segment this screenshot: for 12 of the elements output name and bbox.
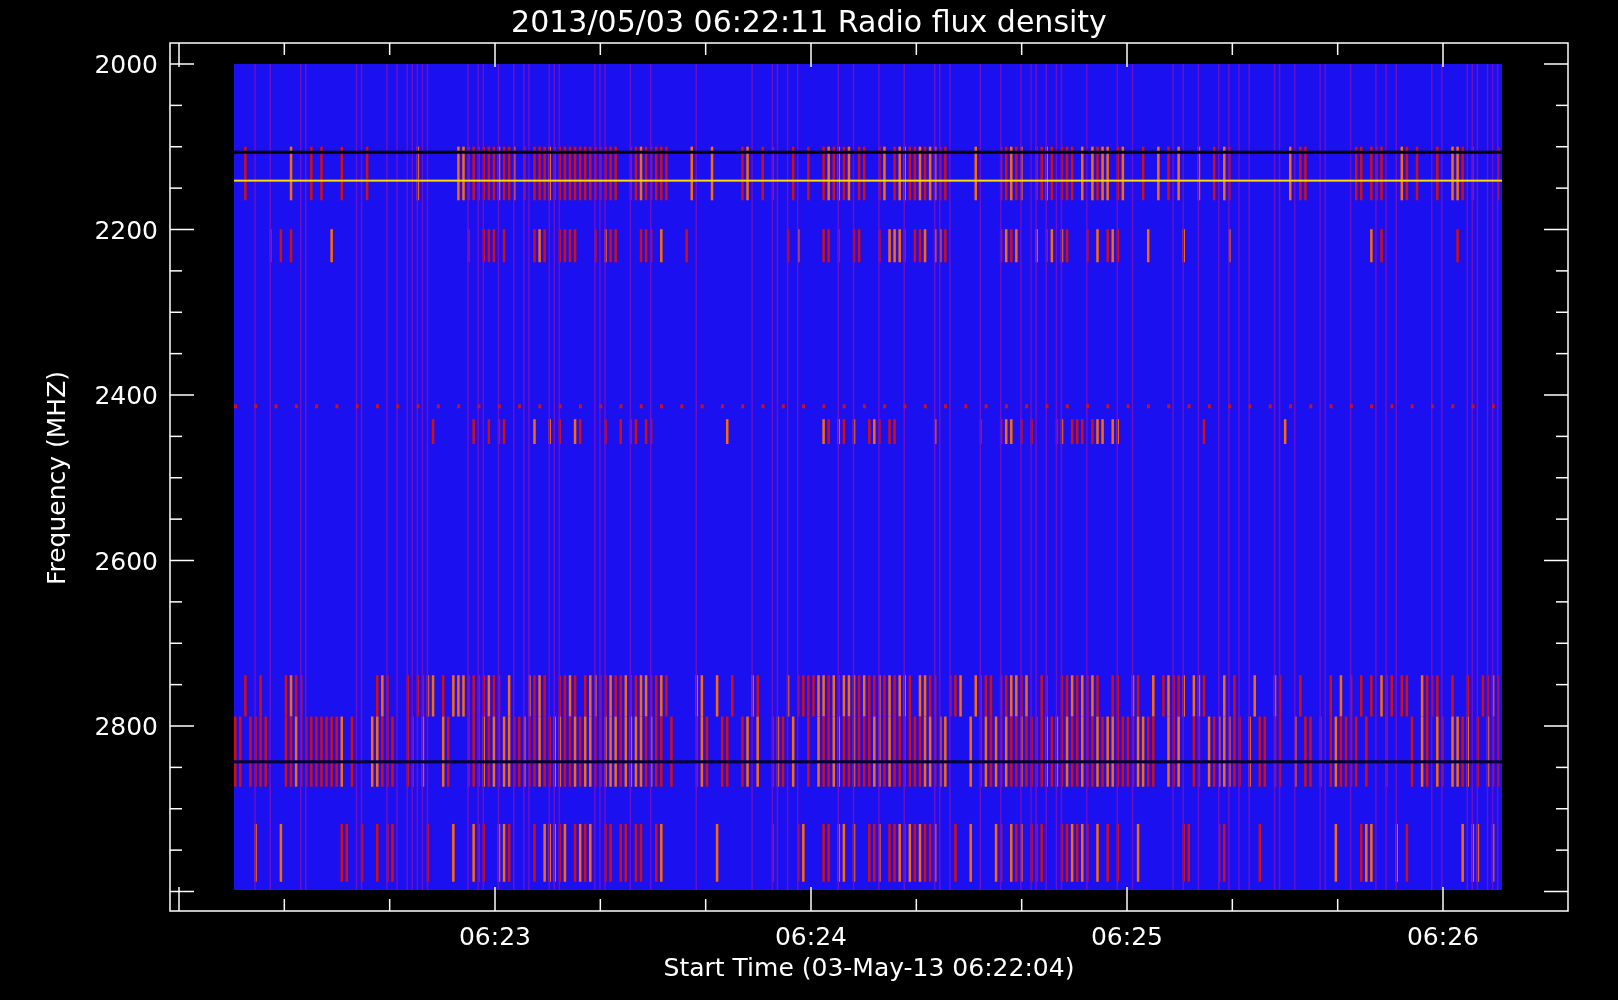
plot-title: 2013/05/03 06:22:11 Radio flux density <box>511 4 1107 39</box>
y-axis-title: Frequency (MHZ) <box>42 370 71 586</box>
y-tick-label: 2800 <box>94 712 158 741</box>
x-tick-label: 06:25 <box>1091 922 1163 951</box>
y-tick-label: 2000 <box>94 50 158 79</box>
y-tick-label: 2600 <box>94 546 158 576</box>
y-tick-label: 2200 <box>94 215 158 245</box>
x-tick-label: 06:24 <box>775 922 847 951</box>
x-axis-title: Start Time (03-May-13 06:22:04) <box>663 953 1075 982</box>
x-tick-label: 06:23 <box>459 922 531 951</box>
y-tick-label: 2400 <box>94 381 158 410</box>
x-tick-label: 06:26 <box>1407 922 1479 951</box>
